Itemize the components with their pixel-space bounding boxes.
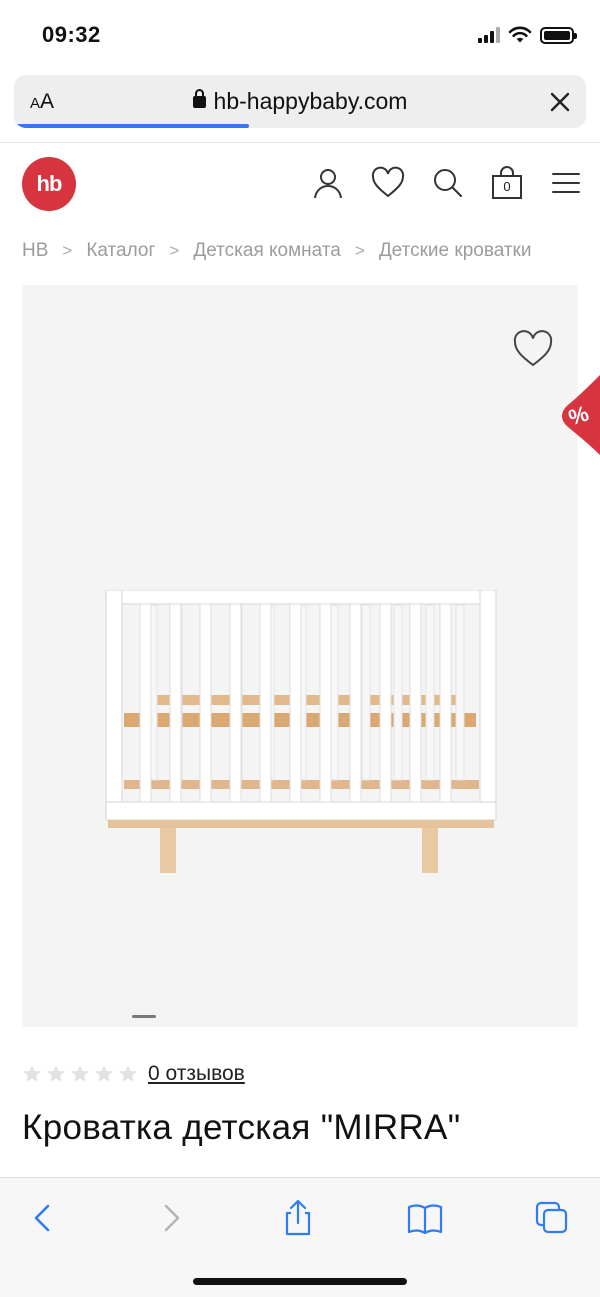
battery-icon [540, 26, 577, 44]
wifi-icon [508, 26, 532, 43]
star-icon [71, 1065, 89, 1082]
product-rating: 0 отзывов [22, 1062, 245, 1086]
page-load-progress [14, 124, 249, 128]
forward-icon[interactable] [152, 1198, 192, 1238]
tabs-icon[interactable] [532, 1198, 572, 1238]
status-icons [478, 26, 577, 44]
home-indicator[interactable] [193, 1278, 407, 1285]
cart-count: 0 [503, 179, 511, 194]
star-icon [47, 1065, 65, 1082]
product-photo-crib [105, 590, 497, 873]
account-icon[interactable] [310, 165, 346, 201]
bookmarks-icon[interactable] [405, 1198, 445, 1238]
back-icon[interactable] [22, 1198, 62, 1238]
close-icon[interactable] [546, 88, 574, 116]
lock-icon [192, 89, 206, 108]
breadcrumb-item-kids-room[interactable]: Детская комната [193, 240, 341, 262]
breadcrumb: HB > Каталог > Детская комната > Детские… [22, 240, 531, 262]
star-icon [23, 1065, 41, 1082]
site-header: hb 0 [0, 142, 600, 226]
reviews-link[interactable]: 0 отзывов [148, 1062, 245, 1086]
chevron-right-icon: > [354, 241, 365, 260]
cart-button[interactable]: 0 [489, 165, 525, 201]
cellular-signal-icon [478, 27, 500, 43]
star-icon [95, 1065, 113, 1082]
browser-toolbar [0, 1177, 600, 1297]
search-icon[interactable] [430, 165, 466, 201]
gallery-pager-indicator[interactable] [132, 1015, 156, 1018]
menu-icon[interactable] [548, 165, 584, 201]
chevron-right-icon: > [62, 241, 73, 260]
add-to-favorites-icon[interactable] [511, 327, 555, 371]
address-bar[interactable]: AA hb-happybaby.com [14, 75, 586, 128]
url-text: hb-happybaby.com [213, 88, 408, 114]
product-title: Кроватка детская "MIRRA" [22, 1108, 461, 1147]
breadcrumb-item-home[interactable]: HB [22, 240, 48, 262]
url-field[interactable]: hb-happybaby.com [14, 88, 586, 115]
status-bar: 09:32 [0, 0, 600, 70]
product-gallery[interactable] [22, 285, 578, 1027]
wishlist-icon[interactable] [370, 165, 406, 201]
status-time: 09:32 [42, 22, 101, 47]
star-icon [119, 1065, 137, 1082]
breadcrumb-item-cribs[interactable]: Детские кроватки [379, 240, 532, 262]
site-logo[interactable]: hb [22, 157, 76, 211]
share-icon[interactable] [278, 1198, 318, 1238]
chevron-right-icon: > [169, 241, 180, 260]
breadcrumb-item-catalog[interactable]: Каталог [86, 240, 155, 262]
